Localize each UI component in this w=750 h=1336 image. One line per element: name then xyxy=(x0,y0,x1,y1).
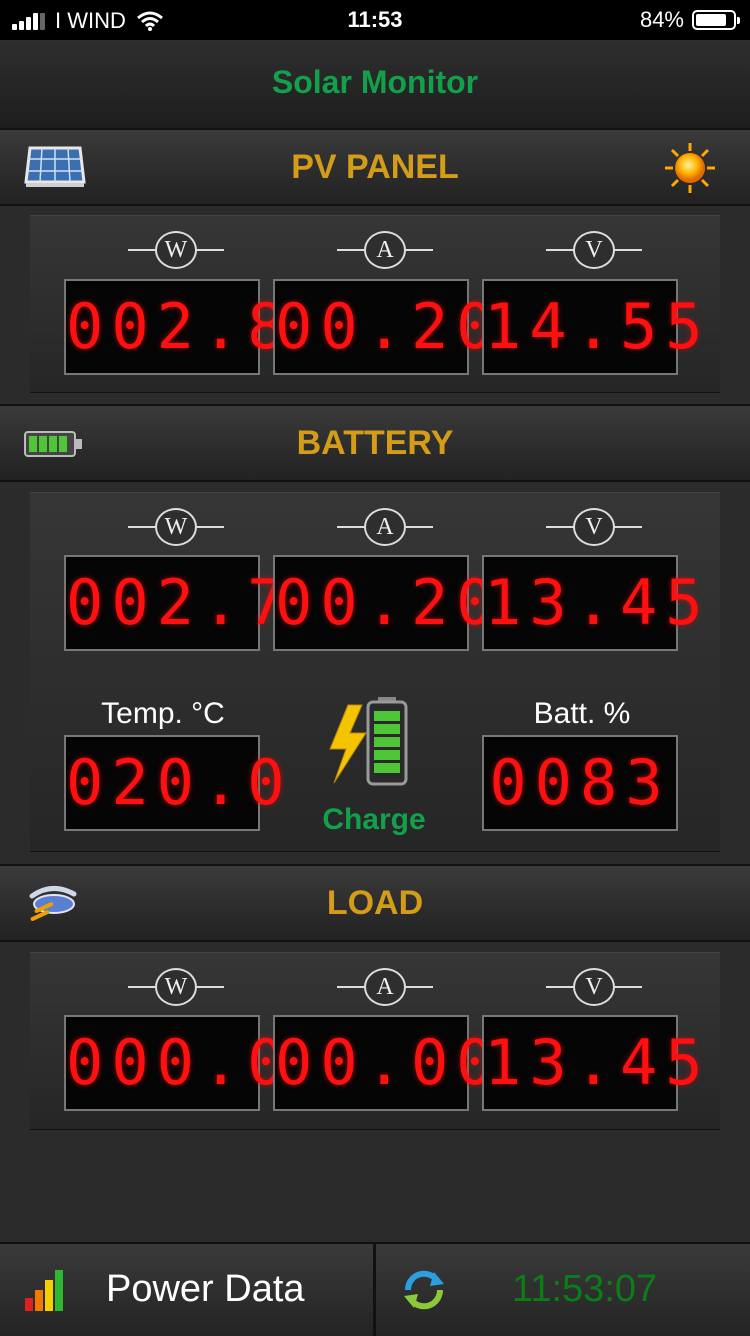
battery-percent: 84% xyxy=(639,7,684,32)
status-right: 84% xyxy=(639,7,740,33)
amp-meter-icon: A xyxy=(337,967,433,1007)
watt-meter-icon: W xyxy=(128,230,224,270)
temp-display: 020.0 xyxy=(64,735,285,831)
power-data-label: Power Data xyxy=(106,1268,305,1310)
refresh-icon xyxy=(404,1270,444,1310)
temp-label: Temp. °C xyxy=(101,697,225,730)
bottom-bar: Power Data 11:53:07 xyxy=(0,1242,750,1336)
pv-panel-header: PV PANEL xyxy=(0,128,750,206)
load-watts-display: 000.0 xyxy=(64,1015,285,1111)
status-bar: I WIND 11:53 84% xyxy=(0,0,750,40)
pv-panel-title: PV PANEL xyxy=(291,148,459,186)
pv-watts-display: 002.8 xyxy=(64,279,285,375)
bottom-divider xyxy=(373,1244,376,1336)
pv-amps-display: 00.20 xyxy=(273,279,494,375)
sun-icon xyxy=(665,143,715,193)
battery-volts-display: 13.45 xyxy=(482,555,703,651)
volt-meter-icon: V xyxy=(546,230,642,270)
load-volts-display: 13.45 xyxy=(482,1015,703,1111)
app-title: Solar Monitor xyxy=(271,64,479,100)
charging-battery-icon xyxy=(329,697,408,786)
pv-panel-readings: W A V 002.8 00.20 14.55 xyxy=(30,215,720,393)
power-data-button[interactable]: Power Data xyxy=(0,1244,372,1336)
battery-watts-display: 002.7 xyxy=(64,555,285,651)
load-readings: W A V 000.0 00.00 13.45 xyxy=(30,952,720,1130)
volt-meter-icon: V xyxy=(546,967,642,1007)
batt-percent-display: 0083 xyxy=(482,735,678,831)
battery-header: BATTERY xyxy=(0,404,750,482)
refresh-button[interactable] xyxy=(392,1258,456,1322)
battery-status-icon xyxy=(692,10,740,30)
load-header: LOAD xyxy=(0,864,750,942)
status-time: 11:53 xyxy=(347,7,403,32)
load-title: LOAD xyxy=(326,884,424,922)
load-amps-display: 00.00 xyxy=(273,1015,494,1111)
bar-chart-icon xyxy=(25,1270,63,1311)
batt-percent-label: Batt. % xyxy=(533,697,631,730)
watt-meter-icon: W xyxy=(128,967,224,1007)
pv-volts-display: 14.55 xyxy=(482,279,703,375)
amp-meter-icon: A xyxy=(337,230,433,270)
battery-amps-display: 00.20 xyxy=(273,555,494,651)
battery-readings: W A V 002.7 00.20 13.45 Temp. °C 020.0 C… xyxy=(30,492,720,852)
watt-meter-icon: W xyxy=(128,507,224,547)
volt-meter-icon: V xyxy=(546,507,642,547)
nav-bar: Solar Monitor xyxy=(0,40,750,130)
amp-meter-icon: A xyxy=(337,507,433,547)
battery-title: BATTERY xyxy=(296,424,454,462)
current-time-clock: 11:53:07 xyxy=(512,1268,658,1310)
charge-status: Charge xyxy=(322,803,426,836)
